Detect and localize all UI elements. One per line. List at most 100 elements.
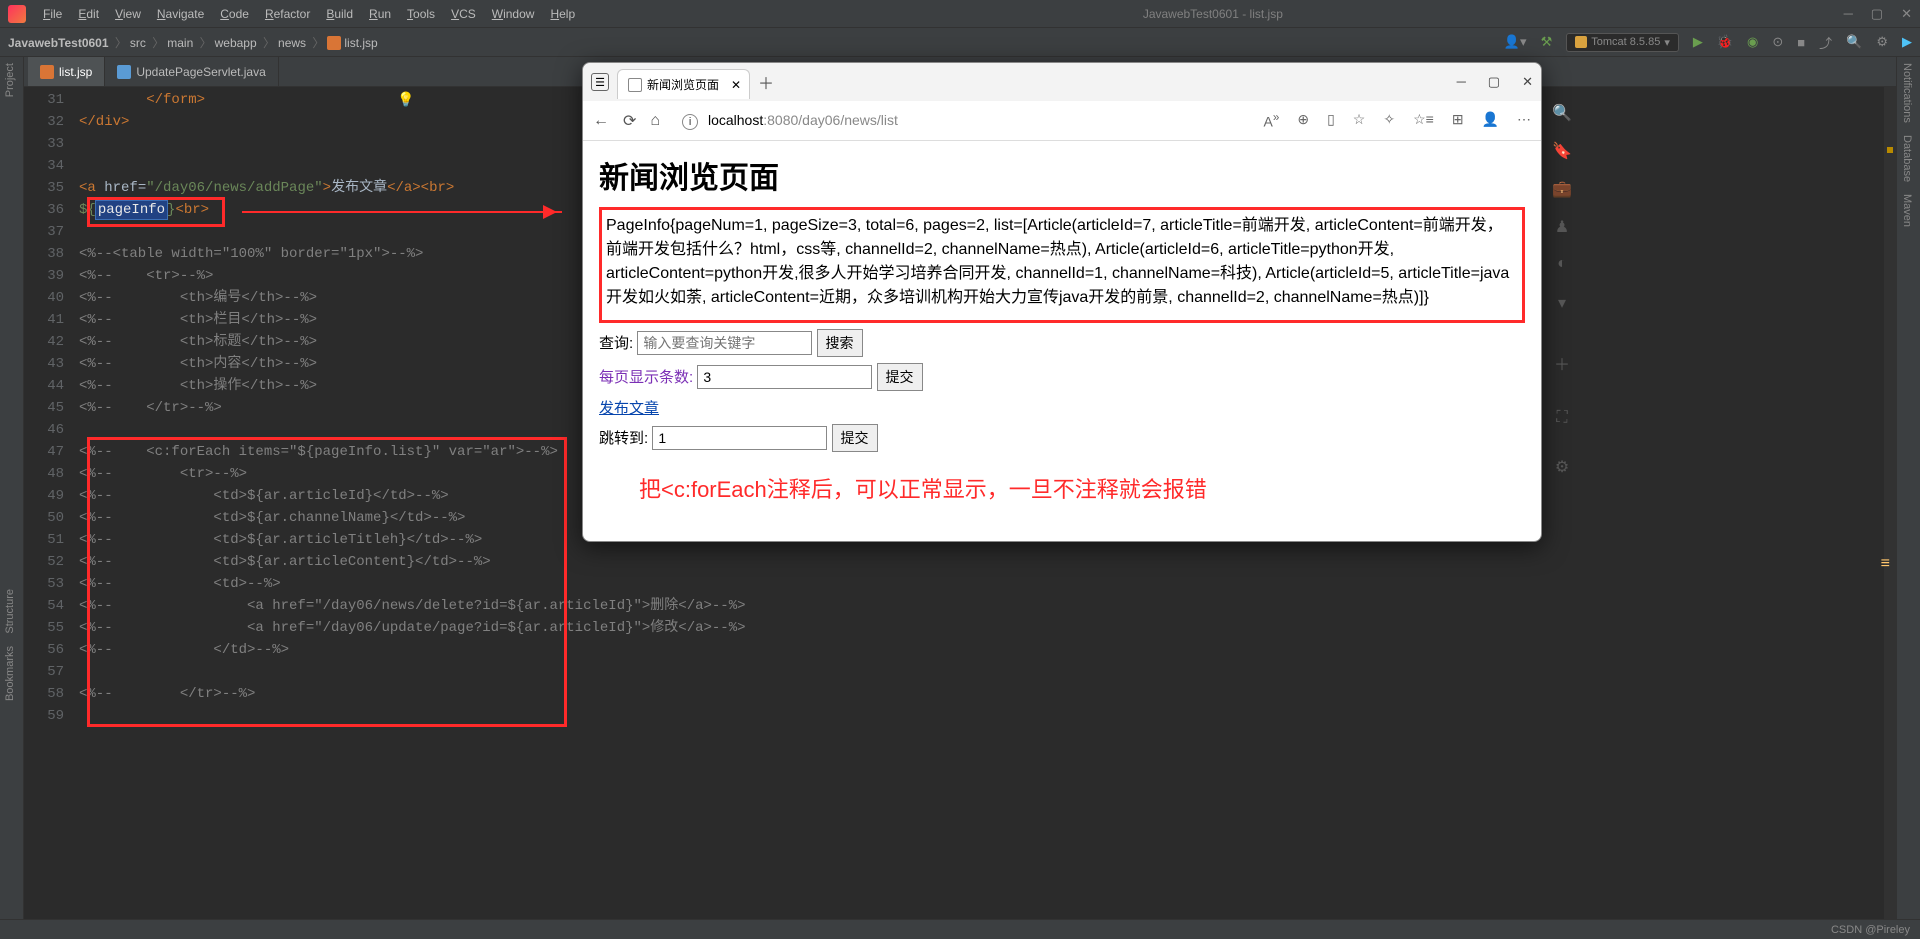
profile-icon[interactable]: ⊙ bbox=[1772, 34, 1783, 50]
stop-icon[interactable]: ■ bbox=[1797, 35, 1805, 50]
maximize-icon[interactable]: ▢ bbox=[1871, 6, 1883, 22]
menu-file[interactable]: File bbox=[36, 5, 69, 23]
page-heading: 新闻浏览页面 bbox=[599, 153, 1525, 197]
menu-navigate[interactable]: Navigate bbox=[150, 5, 211, 23]
edge-plus-icon[interactable]: ＋ bbox=[1552, 351, 1572, 371]
url-display[interactable]: i localhost:8080/day06/news/list bbox=[682, 112, 898, 130]
perpage-input[interactable] bbox=[697, 365, 872, 389]
editor-minimap[interactable] bbox=[1884, 87, 1896, 919]
publish-link[interactable]: 发布文章 bbox=[599, 400, 659, 417]
edge-search-icon[interactable]: 🔍 bbox=[1552, 103, 1572, 123]
query-row: 查询: 搜索 bbox=[599, 329, 1525, 357]
edge-chevron-icon[interactable]: ▾ bbox=[1552, 293, 1572, 313]
tab-list-jsp[interactable]: list.jsp bbox=[28, 57, 105, 86]
edge-game-icon[interactable]: ♟ bbox=[1552, 217, 1572, 237]
window-controls: ─ ▢ ✕ bbox=[1844, 6, 1912, 22]
main-menu: File Edit View Navigate Code Refactor Bu… bbox=[36, 5, 582, 23]
reader-icon[interactable]: A» bbox=[1264, 111, 1280, 130]
git-icon[interactable]: ⤴ bbox=[1819, 33, 1832, 52]
add-tab-icon[interactable]: ⊞ bbox=[1452, 111, 1464, 130]
edge-settings-icon[interactable]: ⚙ bbox=[1552, 457, 1572, 477]
menu-help[interactable]: Help bbox=[543, 5, 582, 23]
bookmarks-tool[interactable]: Bookmarks bbox=[0, 640, 20, 707]
minimize-icon[interactable]: ─ bbox=[1844, 6, 1853, 22]
perpage-submit-button[interactable]: 提交 bbox=[877, 363, 923, 391]
annotation-box-browser: PageInfo{pageNum=1, pageSize=3, total=6,… bbox=[599, 207, 1525, 323]
jsp-file-icon bbox=[40, 65, 54, 79]
profile-icon[interactable]: 👤 bbox=[1482, 111, 1499, 130]
search-button[interactable]: 搜索 bbox=[817, 329, 863, 357]
intellij-logo-icon bbox=[8, 5, 26, 23]
menu-window[interactable]: Window bbox=[485, 5, 542, 23]
browser-sidebar-icon[interactable]: ☰ bbox=[591, 73, 609, 91]
browser-address-bar: ← ⟳ ⌂ i localhost:8080/day06/news/list A… bbox=[583, 101, 1541, 141]
jump-input[interactable] bbox=[652, 426, 827, 450]
new-tab-button[interactable]: ＋ bbox=[758, 70, 774, 94]
refresh-icon[interactable]: ⟳ bbox=[623, 111, 636, 131]
ide-titlebar: File Edit View Navigate Code Refactor Bu… bbox=[0, 0, 1920, 28]
left-tool-strip: Project Structure Bookmarks bbox=[0, 57, 24, 919]
debug-icon[interactable]: 🐞 bbox=[1717, 34, 1733, 50]
menu-run[interactable]: Run bbox=[362, 5, 398, 23]
edge-tag-icon[interactable]: 🔖 bbox=[1552, 141, 1572, 161]
edge-copilot-icon[interactable]: ◐ bbox=[1552, 255, 1572, 275]
coverage-icon[interactable]: ◉ bbox=[1747, 34, 1758, 50]
browser-maximize-icon[interactable]: ▢ bbox=[1488, 74, 1500, 90]
more-icon[interactable]: ⋯ bbox=[1517, 111, 1531, 130]
annotation-text: 把<c:forEach注释后，可以正常显示，一旦不注释就会报错 bbox=[639, 472, 1525, 504]
jsp-file-icon bbox=[327, 36, 341, 50]
browser-minimize-icon[interactable]: ─ bbox=[1457, 74, 1466, 90]
browser-close-icon[interactable]: ✕ bbox=[1522, 74, 1533, 90]
page-icon bbox=[628, 78, 642, 92]
favorite-icon[interactable]: ☆ bbox=[1353, 111, 1366, 130]
home-icon[interactable]: ⌂ bbox=[650, 112, 660, 130]
browser-content: 新闻浏览页面 PageInfo{pageNum=1, pageSize=3, t… bbox=[583, 141, 1541, 541]
zoom-icon[interactable]: ⊕ bbox=[1297, 111, 1309, 130]
tab-close-icon[interactable]: ✕ bbox=[731, 78, 741, 92]
window-title: JavawebTest0601 - list.jsp bbox=[582, 7, 1843, 21]
notifications-tool[interactable]: Notifications bbox=[1897, 57, 1917, 129]
menu-tools[interactable]: Tools bbox=[400, 5, 442, 23]
structure-tool[interactable]: Structure bbox=[0, 583, 20, 640]
tomcat-icon bbox=[1575, 36, 1587, 48]
collections-icon[interactable]: ▯ bbox=[1327, 111, 1335, 130]
toolbar-right: 👤▾ ⚒ Tomcat 8.5.85 ▾ ▶ 🐞 ◉ ⊙ ■ ⤴ 🔍 ⚙ ▶ bbox=[1504, 33, 1912, 52]
hamburger-icon[interactable]: ≡ bbox=[1881, 555, 1890, 573]
maven-tool[interactable]: Maven bbox=[1897, 188, 1917, 233]
hammer-build-icon[interactable]: ⚒ bbox=[1541, 34, 1553, 50]
right-tool-strip: Notifications Database Maven bbox=[1896, 57, 1920, 919]
breadcrumb[interactable]: JavawebTest0601 〉src 〉main 〉webapp 〉news… bbox=[8, 34, 378, 51]
intention-bulb-icon[interactable]: 💡 bbox=[397, 92, 414, 109]
settings-wheel-icon[interactable]: ⚙ bbox=[1876, 34, 1888, 50]
extensions-icon[interactable]: ✧ bbox=[1383, 111, 1395, 130]
back-icon[interactable]: ← bbox=[593, 112, 609, 130]
edge-expand-icon[interactable]: ⛶ bbox=[1552, 409, 1572, 429]
run-config-select[interactable]: Tomcat 8.5.85 ▾ bbox=[1566, 33, 1679, 52]
site-info-icon[interactable]: i bbox=[682, 114, 698, 130]
annotation-arrow bbox=[242, 211, 562, 213]
jump-submit-button[interactable]: 提交 bbox=[832, 424, 878, 452]
user-icon[interactable]: 👤▾ bbox=[1504, 34, 1527, 50]
close-icon[interactable]: ✕ bbox=[1901, 6, 1912, 22]
run-icon[interactable]: ▶ bbox=[1693, 34, 1703, 50]
ai-icon[interactable]: ▶ bbox=[1902, 34, 1912, 50]
search-icon[interactable]: 🔍 bbox=[1846, 34, 1862, 50]
tab-update-servlet[interactable]: UpdatePageServlet.java bbox=[105, 57, 278, 86]
menu-build[interactable]: Build bbox=[319, 5, 360, 23]
perpage-row: 每页显示条数: 提交 bbox=[599, 363, 1525, 391]
project-tool[interactable]: Project bbox=[0, 57, 20, 103]
status-bar: CSDN @Pireley bbox=[0, 919, 1920, 939]
query-input[interactable] bbox=[637, 331, 812, 355]
edge-toolbox-icon[interactable]: 💼 bbox=[1552, 179, 1572, 199]
menu-view[interactable]: View bbox=[108, 5, 148, 23]
menu-vcs[interactable]: VCS bbox=[444, 5, 483, 23]
menu-code[interactable]: Code bbox=[213, 5, 256, 23]
database-tool[interactable]: Database bbox=[1897, 129, 1917, 188]
browser-tab-bar: ☰ 新闻浏览页面 ✕ ＋ ─ ▢ ✕ bbox=[583, 63, 1541, 101]
addr-tool-icons: A» ⊕ ▯ ☆ ✧ ☆≡ ⊞ 👤 ⋯ bbox=[1264, 111, 1531, 130]
browser-tab[interactable]: 新闻浏览页面 ✕ bbox=[617, 69, 750, 99]
menu-edit[interactable]: Edit bbox=[71, 5, 106, 23]
menu-refactor[interactable]: Refactor bbox=[258, 5, 317, 23]
line-gutter: 3132333435363738394041424344454647484950… bbox=[24, 87, 79, 727]
favorites-bar-icon[interactable]: ☆≡ bbox=[1413, 111, 1434, 130]
